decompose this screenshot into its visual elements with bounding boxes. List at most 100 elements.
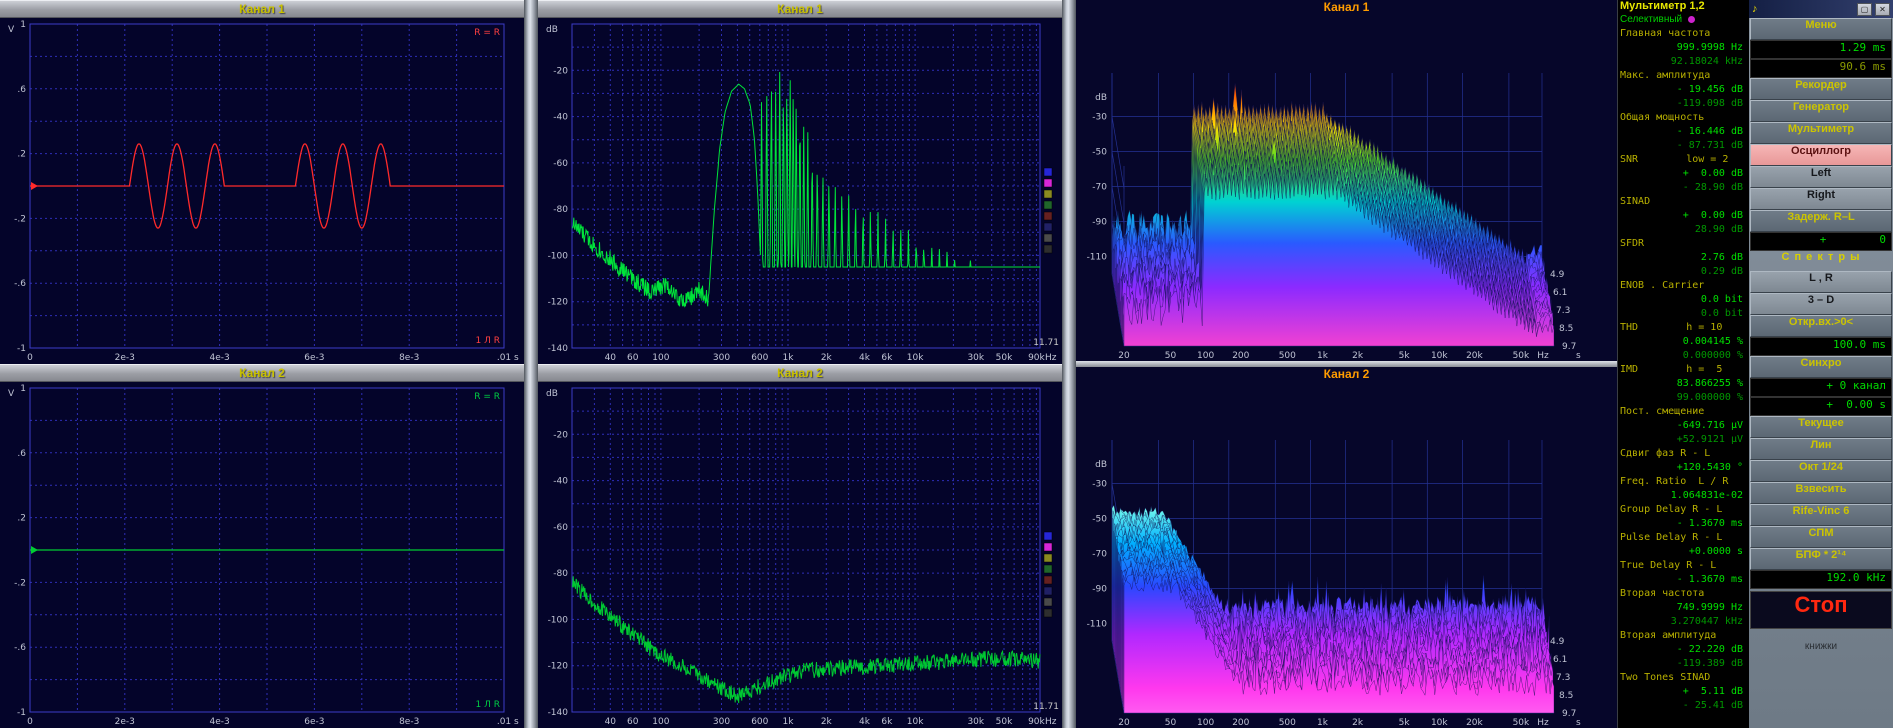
svg-text:6.1: 6.1 [1553, 655, 1567, 665]
svg-text:20k: 20k [1466, 718, 1483, 728]
svg-text:2k: 2k [1352, 351, 1364, 361]
meter-label: Общая мощность [1620, 112, 1705, 123]
meter-value: 0.0 bit [1700, 308, 1743, 319]
waterfall-channel2-plot[interactable]: -30 -50 -70 -90 -110 dB 20 50 100 200 500 1k 2k 5k 10k… [1076, 389, 1617, 728]
oscilloscope-channel1-plot[interactable]: 1 .6 .2 -.2 -.6 -1 0 2e-3 4e-3 6e-3 8e-3 .01 Vs R = R… [0, 18, 524, 364]
oscilloscope-channel2-titlebar[interactable]: Канал 2 [0, 364, 524, 382]
oscilloscope-button[interactable]: Осциллогр [1750, 144, 1892, 166]
svg-text:100: 100 [1197, 351, 1214, 361]
left-button[interactable]: Left [1750, 166, 1892, 188]
control-panel: ♪ ▢ ✕ Меню 1.29 ms 90.6 ms Рекордер Генератор Му… [1749, 0, 1893, 728]
svg-text:9.7: 9.7 [1562, 709, 1576, 719]
meter-value: - 1.3670 ms [1676, 518, 1743, 529]
svg-text:-90: -90 [1092, 585, 1107, 595]
svg-text:-50: -50 [1092, 515, 1107, 525]
svg-text:-40: -40 [553, 477, 568, 487]
spectrum-channel1-titlebar[interactable]: Канал 1 [538, 0, 1062, 18]
app-icon: ♪ [1752, 3, 1758, 15]
right-button[interactable]: Right [1750, 188, 1892, 210]
svg-text:1: 1 [20, 20, 26, 30]
meter-label: Вторая амплитуда [1620, 630, 1717, 641]
window-length-value: 100.0 ms [1750, 337, 1892, 356]
svg-text:0: 0 [27, 717, 33, 727]
waterfall-channel1-plot[interactable]: -30 -50 -70 -90 -110 dB 20 50 100 200 500 1k 2k 5k 10k… [1076, 22, 1617, 361]
svg-text:200: 200 [1232, 351, 1249, 361]
svg-text:6k: 6k [881, 353, 893, 363]
meter-value: - 19.456 dB [1676, 84, 1743, 95]
svg-text:Hz: Hz [1045, 717, 1057, 727]
spectrum-channel2-titlebar[interactable]: Канал 2 [538, 364, 1062, 382]
oscilloscope-channel1-titlebar[interactable]: Канал 1 [0, 0, 524, 18]
meter-label: Group Delay R - L [1620, 504, 1723, 515]
close-icon[interactable]: ✕ [1875, 2, 1890, 16]
meter-value: 2.76 dB [1682, 252, 1743, 263]
svg-text:200: 200 [1232, 718, 1249, 728]
svg-text:s: s [1576, 718, 1581, 728]
fft-size-button[interactable]: БПФ * 2¹⁴ [1750, 548, 1892, 570]
svg-text:.01: .01 [497, 717, 511, 727]
svg-text:300: 300 [713, 717, 730, 727]
vertical-scrollbar-separator[interactable] [524, 0, 538, 728]
svg-text:6k: 6k [881, 717, 893, 727]
svg-text:-50: -50 [1092, 148, 1107, 158]
multimeter-button[interactable]: Мультиметр [1750, 122, 1892, 144]
delay-rl-button[interactable]: Задерж. R–L [1750, 210, 1892, 232]
menu-button[interactable]: Меню [1750, 18, 1892, 40]
meter-value: Селективный [1618, 14, 1749, 28]
meter-label: SNR low = 2 [1620, 154, 1729, 165]
app-root: Канал 1 1.6.2 -.2 -.6 -1 0 2e-3 4e-3 6e-3 8e-3.0… [0, 0, 1893, 728]
current-button[interactable]: Текущее [1750, 416, 1892, 438]
meter-value: 92.18024 kHz [1670, 56, 1743, 67]
svg-text:-110: -110 [1087, 620, 1108, 630]
svg-text:dB: dB [1095, 460, 1107, 470]
svg-text:-20: -20 [553, 66, 568, 76]
svg-text:-40: -40 [553, 113, 568, 123]
meter-label: True Delay R - L [1620, 560, 1717, 571]
linear-button[interactable]: Лин [1750, 438, 1892, 460]
svg-text:dB: dB [546, 389, 558, 399]
svg-text:4.9: 4.9 [1550, 637, 1565, 647]
spectra-3d-button[interactable]: 3 – D [1750, 293, 1892, 315]
spectrum-channel1-plot[interactable]: -20 -40 -60 -80 -100 -120 -140 40 60 100 300 600 1k 2… [538, 18, 1062, 364]
generator-button[interactable]: Генератор [1750, 100, 1892, 122]
maximize-icon[interactable]: ▢ [1857, 2, 1872, 16]
spectrum-column: Канал 1 -20 -40 -60 -80 -100 -120 -140 40 60 100 3… [538, 0, 1062, 728]
meter-value: - 28.90 dB [1682, 182, 1743, 193]
spectrum-channel2-plot[interactable]: -20 -40 -60 -80 -100 -120 -140 40 60 100 300 600 1k 2… [538, 382, 1062, 728]
meter-label: Freq. Ratio L / R [1620, 476, 1729, 487]
svg-text:8.5: 8.5 [1559, 691, 1573, 701]
open-input-button[interactable]: Откр.вх.>0< [1750, 315, 1892, 337]
meter-label: SINAD [1620, 196, 1651, 207]
meter-label: ENOB . Carrier [1620, 280, 1705, 291]
oscilloscope-channel2-title: Канал 2 [239, 366, 285, 380]
svg-text:dB: dB [546, 25, 558, 35]
sample-rate-value: 192.0 kHz [1750, 570, 1892, 589]
octave-button[interactable]: Окт 1/24 [1750, 460, 1892, 482]
svg-text:6e-3: 6e-3 [304, 717, 324, 727]
svg-text:R = R: R = R [474, 28, 500, 38]
svg-text:1k: 1k [1317, 718, 1329, 728]
spectrum-channel1-title: Канал 1 [777, 2, 823, 16]
svg-text:50k: 50k [1513, 351, 1530, 361]
svg-text:8.5: 8.5 [1559, 324, 1573, 334]
svg-text:-90: -90 [1092, 218, 1107, 228]
spectrum-channel1-panel: Канал 1 -20 -40 -60 -80 -100 -120 -140 40 60 100 3… [538, 0, 1062, 364]
oscilloscope-channel2-plot[interactable]: 1 .6 .2 -.2 -.6 -1 0 2e-3 4e-3 6e-3 8e-3 .01 Vs R = R… [0, 382, 524, 728]
waterfall-column: Канал 1 -30 -50 -70 -90 -110 dB 20 50 100 200 500 1… [1076, 0, 1617, 728]
meter-label: Главная частота [1620, 28, 1711, 39]
meter-value: + 0.00 dB [1682, 210, 1743, 221]
svg-text:-60: -60 [553, 159, 568, 169]
svg-text:1 Л R: 1 Л R [476, 336, 500, 346]
window-function-button[interactable]: Rife-Vinc 6 [1750, 504, 1892, 526]
stop-button[interactable]: Стоп [1750, 591, 1892, 629]
svg-text:-100: -100 [548, 251, 569, 261]
svg-text:-20: -20 [553, 430, 568, 440]
svg-text:2k: 2k [1352, 718, 1364, 728]
spectra-lr-button[interactable]: L , R [1750, 271, 1892, 293]
weighting-button[interactable]: Взвесить [1750, 482, 1892, 504]
sync-button[interactable]: Синхро [1750, 356, 1892, 378]
multimeter-title: Мультиметр 1,2 [1620, 0, 1705, 12]
psd-button[interactable]: СПМ [1750, 526, 1892, 548]
recorder-button[interactable]: Рекордер [1750, 78, 1892, 100]
vertical-scrollbar-separator[interactable] [1062, 0, 1076, 728]
